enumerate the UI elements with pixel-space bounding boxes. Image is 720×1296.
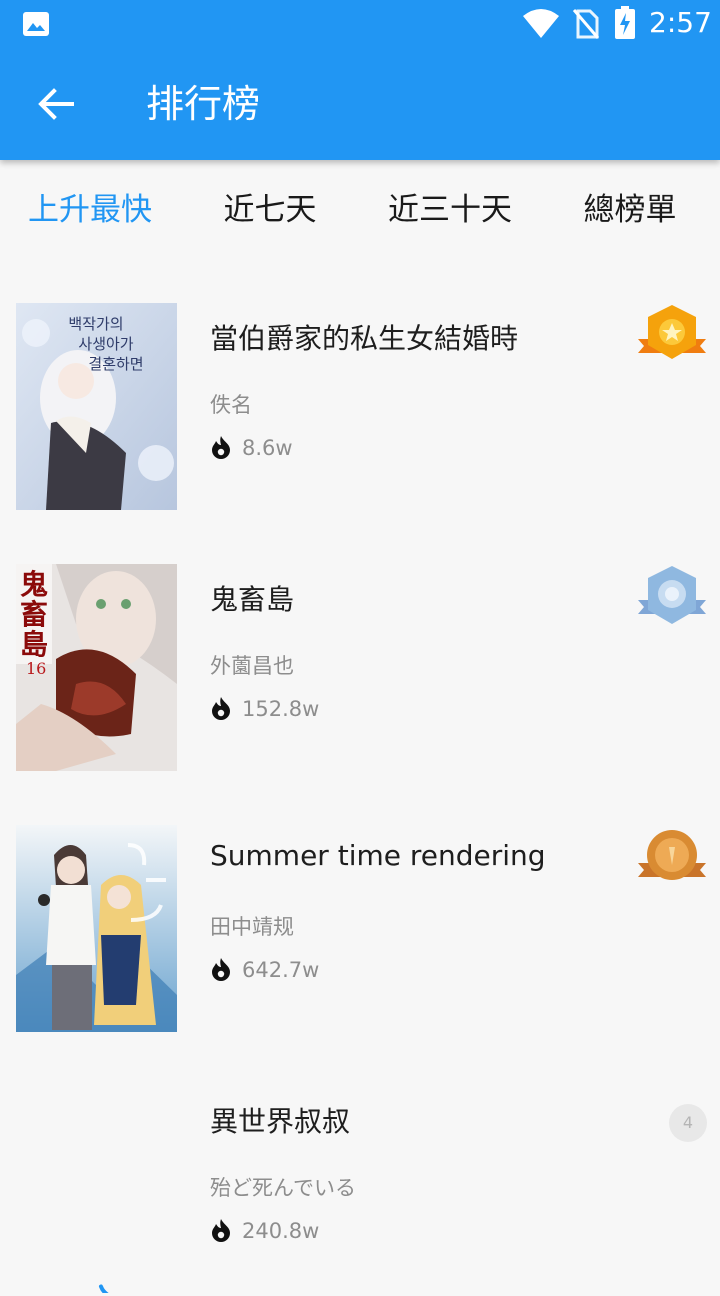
comic-title[interactable]: 異世界叔叔: [210, 1100, 350, 1140]
popularity-count: 8.6w: [242, 436, 293, 460]
popularity: 642.7w: [210, 957, 319, 982]
comic-author: 田中靖规: [210, 915, 294, 939]
comic-title[interactable]: 鬼畜島: [210, 578, 294, 618]
comic-title[interactable]: 當伯爵家的私生女結婚時: [210, 317, 518, 357]
no-sim-icon: [572, 9, 600, 39]
svg-text:島: 島: [20, 628, 48, 661]
page-title: 排行榜: [146, 82, 261, 126]
popularity-count: 642.7w: [242, 958, 320, 982]
comic-author: 佚名: [210, 393, 252, 417]
svg-text:16: 16: [26, 659, 46, 678]
ranking-tabs: 上升最快 近七天 近三十天 總榜單: [0, 180, 720, 240]
svg-text:사생아가: 사생아가: [78, 335, 133, 353]
tab-last-7-days[interactable]: 近七天: [180, 180, 360, 240]
comic-cover-loading[interactable]: [16, 1086, 177, 1293]
comic-author: 外薗昌也: [210, 654, 294, 678]
comic-cover[interactable]: [16, 825, 177, 1032]
loading-spinner-icon: [98, 1273, 134, 1293]
status-time: 2:57: [649, 6, 712, 39]
rank-number-badge: 4: [669, 1104, 707, 1142]
popularity: 240.8w: [210, 1218, 319, 1243]
wifi-icon: [523, 9, 559, 38]
gold-medal-icon: [638, 305, 706, 359]
comic-cover[interactable]: 鬼 畜 島 16: [16, 564, 177, 771]
svg-text:백작가의: 백작가의: [68, 315, 123, 333]
bronze-medal-icon: [638, 830, 706, 880]
comic-title[interactable]: Summer time rendering: [210, 839, 546, 872]
list-item[interactable]: Summer time rendering 田中靖规 642.7w: [0, 825, 720, 1035]
fire-icon: [212, 1219, 230, 1242]
list-item[interactable]: 異世界叔叔 殆ど死んでいる 240.8w 4: [0, 1086, 720, 1296]
popularity: 8.6w: [210, 435, 293, 460]
popularity-count: 152.8w: [242, 697, 320, 721]
arrow-left-icon: [38, 88, 74, 120]
popularity: 152.8w: [210, 696, 319, 721]
popularity-count: 240.8w: [242, 1219, 320, 1243]
comic-author: 殆ど死んでいる: [210, 1176, 356, 1200]
tab-fastest-rising[interactable]: 上升最快: [0, 180, 180, 240]
svg-text:鬼: 鬼: [20, 568, 48, 601]
battery-charging-icon: [615, 6, 635, 39]
list-item[interactable]: 鬼 畜 島 16 鬼畜島 外薗昌也 152.8w: [0, 564, 720, 774]
comic-cover[interactable]: 백작가의 사생아가 결혼하면: [16, 303, 177, 510]
svg-text:결혼하면: 결혼하면: [88, 355, 143, 373]
svg-text:畜: 畜: [20, 598, 48, 631]
tab-all-time[interactable]: 總榜單: [540, 180, 720, 240]
silver-medal-icon: [638, 566, 706, 624]
tab-last-30-days[interactable]: 近三十天: [360, 180, 540, 240]
fire-icon: [212, 958, 230, 981]
photo-icon: [23, 12, 49, 36]
fire-icon: [212, 436, 230, 459]
back-button[interactable]: [30, 78, 82, 130]
list-item[interactable]: 백작가의 사생아가 결혼하면 當伯爵家的私生女結婚時 佚名 8.6w: [0, 303, 720, 513]
app-bar: 2:57 排行榜: [0, 0, 720, 160]
fire-icon: [212, 697, 230, 720]
status-bar: 2:57: [0, 0, 720, 48]
